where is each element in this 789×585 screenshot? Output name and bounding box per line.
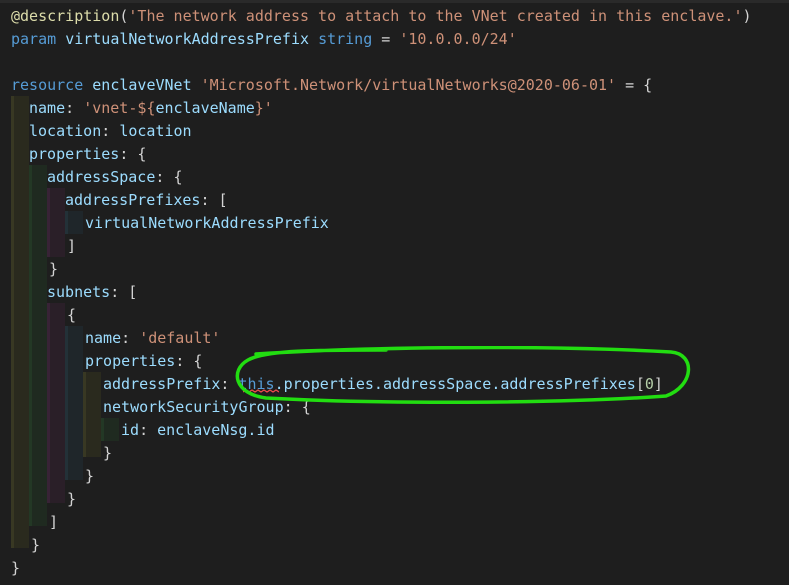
colon: : xyxy=(101,122,111,140)
indent-band xyxy=(14,96,29,548)
indent-band xyxy=(86,372,101,457)
property-name: properties xyxy=(85,352,176,370)
code-line-15[interactable]: name: 'default' xyxy=(85,327,220,350)
code-line-18[interactable]: networkSecurityGroup: { xyxy=(103,396,311,419)
property-name: name xyxy=(85,329,122,347)
code-line-25[interactable]: } xyxy=(11,557,20,580)
keyword: resource xyxy=(11,76,84,94)
brace: { xyxy=(173,168,183,186)
string-literal: 'The network address to attach to the VN… xyxy=(128,7,743,25)
code-line-13[interactable]: subnets: [ xyxy=(47,281,137,304)
code-line-8[interactable]: addressSpace: { xyxy=(47,166,182,189)
indent-band xyxy=(104,418,119,441)
resource-type-string: 'Microsoft.Network/virtualNetworks@2020-… xyxy=(200,76,617,94)
property-name: subnets xyxy=(47,283,111,301)
code-line-11[interactable]: ] xyxy=(67,235,76,258)
code-line-5[interactable]: name: 'vnet-${enclaveName}' xyxy=(29,97,273,120)
code-line-7[interactable]: properties: { xyxy=(29,143,146,166)
identifier: virtualNetworkAddressPrefix xyxy=(85,214,329,232)
indent-band xyxy=(68,211,83,234)
code-line-6[interactable]: location: location xyxy=(29,120,192,143)
bracket-close: ] xyxy=(653,375,663,393)
code-line-14[interactable]: { xyxy=(67,304,76,327)
colon: : xyxy=(220,375,230,393)
colon: : xyxy=(65,99,75,117)
code-line-10[interactable]: virtualNetworkAddressPrefix xyxy=(85,212,329,235)
identifier: location xyxy=(119,122,192,140)
property-name: name xyxy=(29,99,66,117)
error-squiggle[interactable] xyxy=(243,389,279,393)
colon: : xyxy=(175,352,185,370)
property-name: networkSecurityGroup xyxy=(103,398,284,416)
brace: { xyxy=(193,352,203,370)
property-name: location xyxy=(29,122,102,140)
interpolation: enclaveName xyxy=(155,99,255,117)
property-name: addressPrefix xyxy=(103,375,221,393)
keyword: param xyxy=(11,30,57,48)
code-line-12[interactable]: } xyxy=(49,258,58,281)
property-name: properties xyxy=(29,145,120,163)
code-line-24[interactable]: } xyxy=(31,534,40,557)
colon: : xyxy=(283,398,293,416)
brace: { xyxy=(67,306,77,324)
brace: } xyxy=(85,467,95,485)
code-line-16[interactable]: properties: { xyxy=(85,350,202,373)
equals-brace: = { xyxy=(625,76,653,94)
property-name: addressSpace xyxy=(47,168,156,186)
colon: : xyxy=(200,191,210,209)
decorator: @description xyxy=(11,7,120,25)
string-literal: '10.0.0.0/24' xyxy=(399,30,517,48)
code-line-1[interactable]: @description('The network address to att… xyxy=(11,5,752,28)
code-line-2[interactable]: param virtualNetworkAddressPrefix string… xyxy=(11,28,517,51)
code-line-22[interactable]: } xyxy=(67,488,76,511)
brace: } xyxy=(11,559,21,577)
brace: { xyxy=(301,398,311,416)
bracket: ] xyxy=(49,513,59,531)
identifier: virtualNetworkAddressPrefix xyxy=(65,30,310,48)
brace: } xyxy=(67,490,77,508)
identifier: enclaveVNet xyxy=(92,76,192,94)
index-number: 0 xyxy=(644,375,654,393)
indent-band xyxy=(32,165,47,526)
code-line-4[interactable]: resource enclaveVNet 'Microsoft.Network/… xyxy=(11,74,652,97)
bracket-open: [ xyxy=(635,375,645,393)
brace: } xyxy=(31,536,41,554)
bracket: ] xyxy=(67,237,77,255)
colon: : xyxy=(119,145,129,163)
indent-band xyxy=(50,188,65,257)
code-line-23[interactable]: ] xyxy=(49,511,58,534)
code-editor[interactable]: @description('The network address to att… xyxy=(0,0,789,585)
bracket: [ xyxy=(128,283,138,301)
identifier: enclaveNsg.id xyxy=(157,421,275,439)
string-part: }' xyxy=(254,99,273,117)
colon: : xyxy=(155,168,165,186)
colon: : xyxy=(139,421,149,439)
code-line-21[interactable]: } xyxy=(85,465,94,488)
indent-band xyxy=(50,303,65,503)
equals: = xyxy=(381,30,391,48)
string-literal: 'default' xyxy=(139,329,221,347)
member-chain: .properties.addressSpace.addressPrefixes xyxy=(274,375,636,393)
property-name: id xyxy=(121,421,140,439)
brace: } xyxy=(49,260,59,278)
bracket: [ xyxy=(218,191,228,209)
code-line-9[interactable]: addressPrefixes: [ xyxy=(65,189,228,212)
colon: : xyxy=(110,283,120,301)
brace: } xyxy=(103,444,113,462)
property-name: addressPrefixes xyxy=(65,191,201,209)
code-line-17[interactable]: addressPrefix: this.properties.addressSp… xyxy=(103,373,663,396)
colon: : xyxy=(121,329,131,347)
brace: { xyxy=(137,145,147,163)
code-line-19[interactable]: id: enclaveNsg.id xyxy=(121,419,275,442)
type-keyword: string xyxy=(318,30,373,48)
scroll-shadow xyxy=(0,0,789,3)
indent-band xyxy=(68,326,83,480)
paren-close: ) xyxy=(742,7,752,25)
code-line-20[interactable]: } xyxy=(103,442,112,465)
string-part: 'vnet-${ xyxy=(83,99,156,117)
